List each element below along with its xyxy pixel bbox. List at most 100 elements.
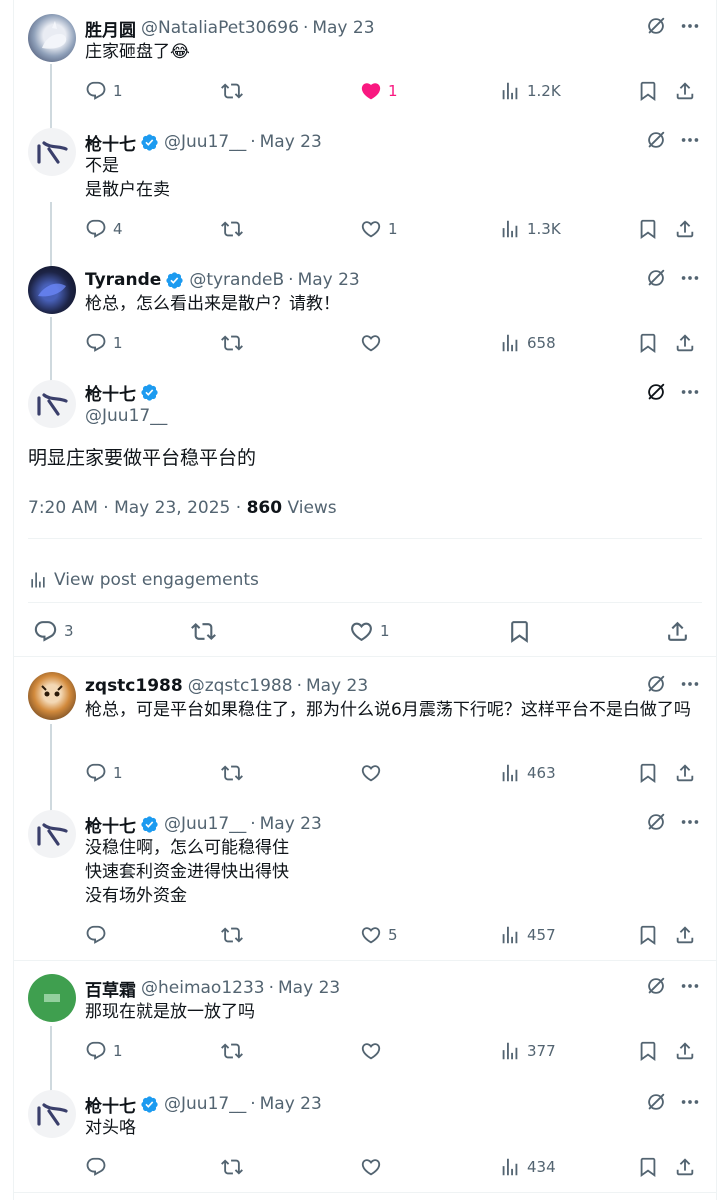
author-name[interactable]: Tyrande [85, 270, 161, 290]
bookmark-button[interactable] [637, 1154, 659, 1180]
reply-button[interactable] [85, 1154, 113, 1180]
author-name[interactable]: zqstc1988 [85, 676, 183, 696]
author-name[interactable]: 枪十七 [85, 1092, 136, 1117]
share-button[interactable] [674, 760, 696, 786]
more-options-icon[interactable] [676, 14, 704, 38]
grok-icon[interactable] [644, 974, 668, 998]
avatar[interactable] [28, 266, 76, 314]
like-button[interactable] [360, 1038, 388, 1064]
avatar[interactable] [28, 14, 76, 62]
bookmark-button[interactable] [637, 760, 659, 786]
share-button[interactable] [674, 216, 696, 242]
author-handle[interactable]: @NataliaPet30696 [141, 18, 299, 38]
retweet-button[interactable] [221, 330, 249, 356]
post-date[interactable]: May 23 [298, 270, 360, 290]
views-button[interactable]: 1.3K [499, 216, 561, 242]
reply-button[interactable]: 3 [33, 618, 74, 644]
verified-badge-icon [140, 815, 159, 834]
author-handle[interactable]: @Juu17__ [164, 132, 246, 152]
grok-icon[interactable] [644, 128, 668, 152]
grok-icon[interactable] [644, 266, 668, 290]
post-timestamp[interactable]: 7:20 AM · May 23, 2025 · [28, 498, 247, 518]
more-options-icon[interactable] [676, 380, 704, 404]
retweet-button[interactable] [221, 1154, 249, 1180]
author-handle[interactable]: @zqstc1988 [188, 676, 293, 696]
avatar[interactable] [28, 128, 76, 176]
views-button[interactable]: 434 [499, 1154, 556, 1180]
post-date[interactable]: May 23 [260, 814, 322, 834]
views-button[interactable]: 457 [499, 922, 556, 948]
share-button[interactable] [665, 618, 690, 644]
more-options-icon[interactable] [676, 672, 704, 696]
author-handle[interactable]: @Juu17__ [164, 1094, 246, 1114]
share-button[interactable] [674, 1038, 696, 1064]
author-handle[interactable]: @heimao1233 [141, 978, 265, 998]
grok-icon[interactable] [644, 380, 668, 404]
grok-icon[interactable] [644, 14, 668, 38]
post-date[interactable]: May 23 [306, 676, 368, 696]
like-button[interactable]: 5 [360, 922, 398, 948]
reply-button[interactable]: 1 [85, 1038, 123, 1064]
avatar[interactable] [28, 1090, 76, 1138]
author-handle[interactable]: @Juu17__ [164, 814, 246, 834]
bookmark-button[interactable] [507, 618, 532, 644]
views-button[interactable]: 377 [499, 1038, 556, 1064]
share-button[interactable] [674, 78, 696, 104]
author-name[interactable]: 枪十七 [85, 380, 136, 405]
retweet-button[interactable] [221, 760, 249, 786]
grok-icon[interactable] [644, 1090, 668, 1114]
more-options-icon[interactable] [676, 128, 704, 152]
author-name[interactable]: 胜月圆 [85, 16, 136, 41]
reply-count: 1 [113, 764, 123, 782]
like-button[interactable]: 1 [360, 78, 398, 104]
views-button[interactable]: 1.2K [499, 78, 561, 104]
reply-button[interactable]: 1 [85, 78, 123, 104]
tweet-header: zqstc1988 @zqstc1988 · May 23 [85, 674, 660, 698]
retweet-button[interactable] [191, 618, 222, 644]
share-button[interactable] [674, 330, 696, 356]
retweet-button[interactable] [221, 216, 249, 242]
author-handle[interactable]: @tyrandeB [189, 270, 284, 290]
post-date[interactable]: May 23 [312, 18, 374, 38]
avatar[interactable] [28, 810, 76, 858]
bookmark-button[interactable] [637, 78, 659, 104]
view-engagements-link[interactable]: View post engagements [28, 570, 259, 590]
author-name[interactable]: 枪十七 [85, 130, 136, 155]
post-date[interactable]: May 23 [278, 978, 340, 998]
share-icon [674, 1040, 696, 1062]
bookmark-button[interactable] [637, 330, 659, 356]
share-button[interactable] [674, 922, 696, 948]
bookmark-button[interactable] [637, 922, 659, 948]
avatar[interactable] [28, 380, 76, 428]
grok-icon[interactable] [644, 672, 668, 696]
more-options-icon[interactable] [676, 974, 704, 998]
reply-button[interactable]: 4 [85, 216, 123, 242]
more-options-icon[interactable] [676, 810, 704, 834]
avatar[interactable] [28, 672, 76, 720]
author-name[interactable]: 枪十七 [85, 812, 136, 837]
like-button[interactable] [360, 330, 388, 356]
bookmark-button[interactable] [637, 1038, 659, 1064]
post-date[interactable]: May 23 [260, 132, 322, 152]
bookmark-button[interactable] [637, 216, 659, 242]
like-button[interactable]: 1 [349, 618, 390, 644]
reply-button[interactable] [85, 922, 113, 948]
author-name[interactable]: 百草霜 [85, 976, 136, 1001]
post-date[interactable]: May 23 [260, 1094, 322, 1114]
avatar[interactable] [28, 974, 76, 1022]
reply-button[interactable]: 1 [85, 760, 123, 786]
views-button[interactable]: 463 [499, 760, 556, 786]
retweet-button[interactable] [221, 78, 249, 104]
share-button[interactable] [674, 1154, 696, 1180]
more-options-icon[interactable] [676, 1090, 704, 1114]
author-handle[interactable]: @Juu17__ [85, 406, 167, 426]
reply-button[interactable]: 1 [85, 330, 123, 356]
retweet-button[interactable] [221, 1038, 249, 1064]
retweet-button[interactable] [221, 922, 249, 948]
views-button[interactable]: 658 [499, 330, 556, 356]
like-button[interactable] [360, 760, 388, 786]
like-button[interactable] [360, 1154, 388, 1180]
more-options-icon[interactable] [676, 266, 704, 290]
grok-icon[interactable] [644, 810, 668, 834]
like-button[interactable]: 1 [360, 216, 398, 242]
